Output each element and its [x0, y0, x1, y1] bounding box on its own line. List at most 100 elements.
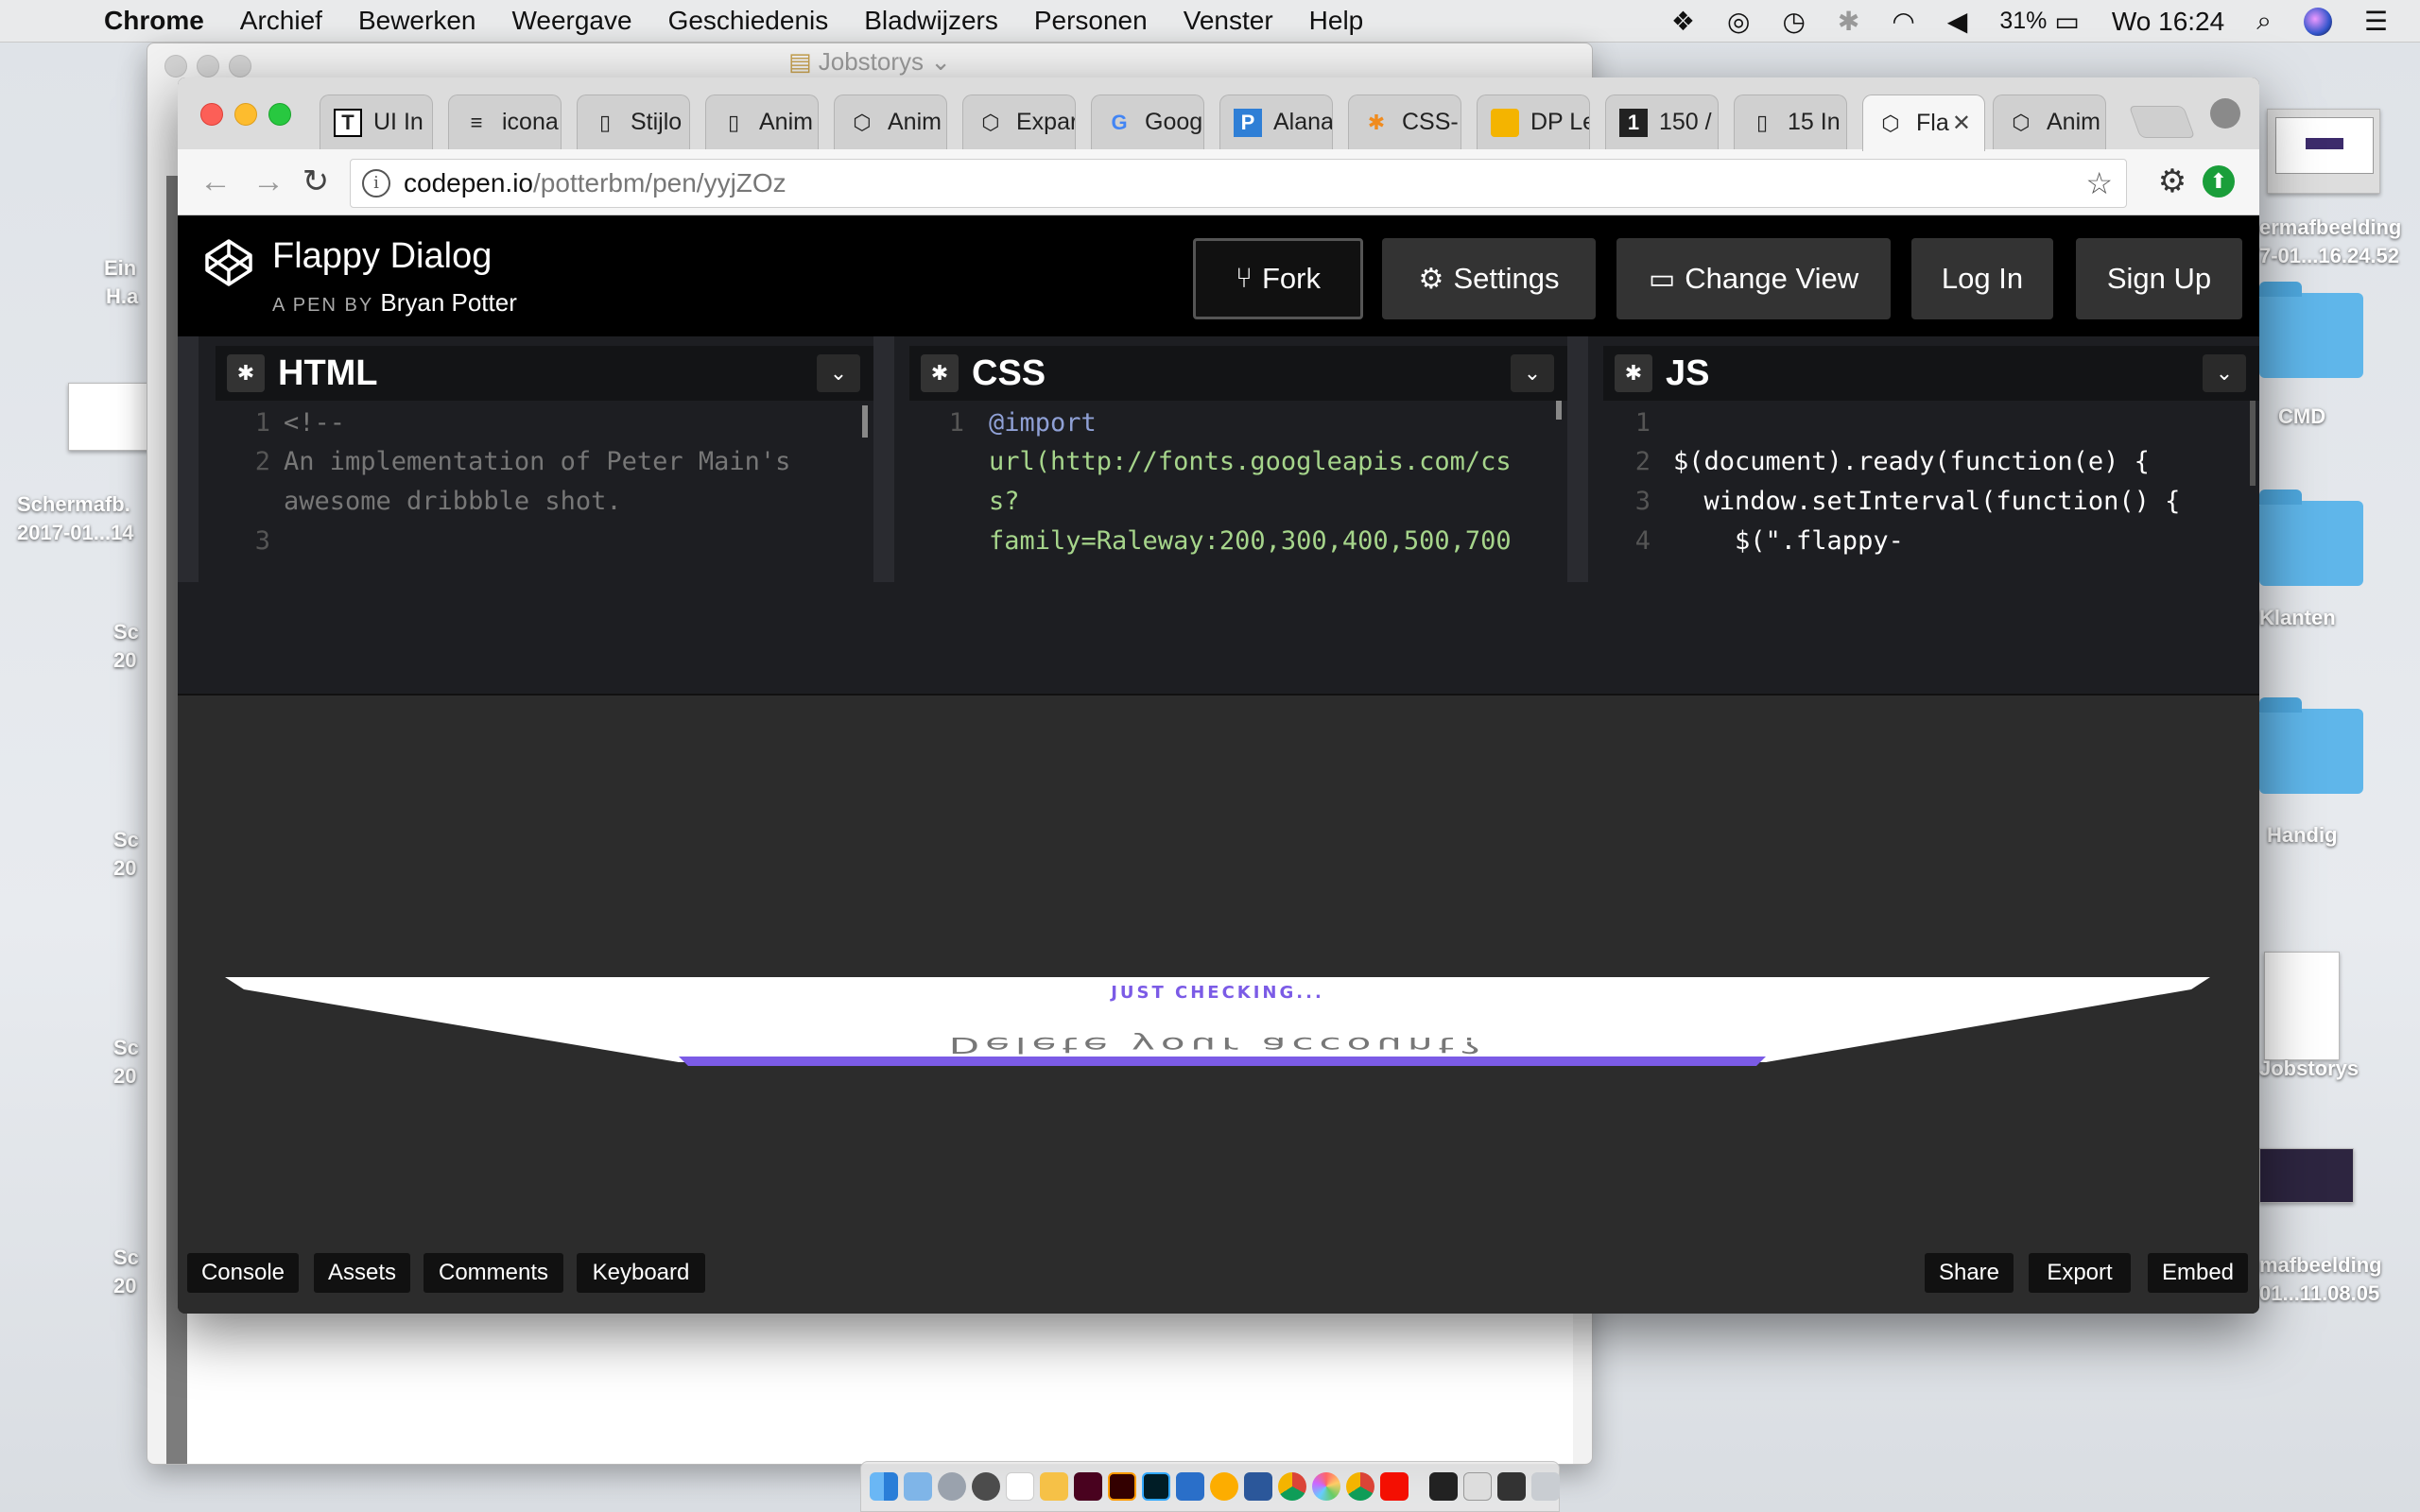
- dropbox-icon[interactable]: ❖: [1671, 6, 1695, 37]
- spotlight-search-icon[interactable]: ⌕: [2256, 6, 2272, 37]
- menu-item[interactable]: Venster: [1184, 6, 1273, 36]
- time-machine-icon[interactable]: ◷: [1782, 6, 1805, 37]
- menu-item[interactable]: Personen: [1034, 6, 1148, 36]
- code-area[interactable]: 1 <!-- 2 An implementation of Peter Main…: [216, 401, 873, 563]
- terminal-icon[interactable]: [1429, 1472, 1458, 1501]
- gear-icon[interactable]: ✱: [227, 354, 265, 392]
- clock[interactable]: Wo 16:24: [2112, 7, 2224, 37]
- preview-pane[interactable]: JUST CHECKING... Delete your account?: [178, 694, 2259, 1314]
- trash-icon[interactable]: [1531, 1472, 1560, 1501]
- minimized-window-icon[interactable]: [1497, 1472, 1526, 1501]
- change-view-button[interactable]: ▭ Change View: [1616, 238, 1891, 319]
- editor-scrollbar[interactable]: [2250, 401, 2256, 486]
- code-area[interactable]: 1 @import url(http://fonts.googleapis.co…: [909, 401, 1567, 563]
- sketch-icon[interactable]: [1210, 1472, 1238, 1501]
- js-editor[interactable]: ✱ JS ⌄ 1 2 $(document).ready(function(e)…: [1603, 346, 2259, 582]
- battery-icon[interactable]: ▭: [2054, 6, 2079, 37]
- profile-icon[interactable]: [2210, 98, 2240, 129]
- finder-icon[interactable]: [870, 1472, 898, 1501]
- tab-close-icon[interactable]: ✕: [1952, 110, 1971, 137]
- window-minimize-button[interactable]: [234, 103, 257, 126]
- tab[interactable]: ⬡ Expar: [962, 94, 1076, 149]
- tab[interactable]: ▯ 15 In: [1734, 94, 1847, 149]
- tab-active[interactable]: ⬡ Fla ✕: [1862, 94, 1985, 151]
- editor-scrollbar[interactable]: [862, 405, 868, 438]
- chevron-down-icon[interactable]: ⌄: [924, 47, 951, 76]
- address-bar[interactable]: i codepen.io/potterbm/pen/yyjZOz ☆: [350, 159, 2127, 208]
- acrobat-icon[interactable]: [1380, 1472, 1409, 1501]
- tab[interactable]: ▯ Anim: [705, 94, 819, 149]
- preview-window-icon[interactable]: [1463, 1472, 1492, 1501]
- gear-icon[interactable]: ✱: [921, 354, 959, 392]
- folder-icon[interactable]: [2259, 282, 2363, 378]
- screenshot-thumbnail[interactable]: [68, 383, 155, 451]
- login-button[interactable]: Log In: [1911, 238, 2053, 319]
- chevron-down-icon[interactable]: ⌄: [1511, 354, 1554, 392]
- editor-resize-handle[interactable]: [1567, 336, 1588, 582]
- screenshot-thumbnail[interactable]: [2267, 109, 2380, 194]
- extension-gear-icon[interactable]: ⚙: [2153, 163, 2191, 200]
- tab[interactable]: ≡ icona: [448, 94, 562, 149]
- photoshop-icon[interactable]: [1142, 1472, 1170, 1501]
- menu-app-name[interactable]: Chrome: [104, 6, 204, 36]
- flappy-dialog-preview[interactable]: JUST CHECKING... Delete your account?: [225, 975, 2210, 1070]
- illustrator-icon[interactable]: [1108, 1472, 1136, 1501]
- code-area[interactable]: 1 2 $(document).ready(function(e) { 3 wi…: [1603, 401, 2259, 563]
- wifi-icon[interactable]: ◠: [1892, 6, 1914, 37]
- comments-button[interactable]: Comments: [424, 1253, 563, 1293]
- reload-icon[interactable]: ↻: [297, 163, 335, 200]
- share-button[interactable]: Share: [1925, 1253, 2014, 1293]
- menu-item[interactable]: Geschiedenis: [668, 6, 829, 36]
- forward-icon[interactable]: →: [250, 163, 287, 200]
- codepen-logo-icon[interactable]: [204, 238, 253, 287]
- console-button[interactable]: Console: [187, 1253, 299, 1293]
- editor-scrollbar[interactable]: [1556, 401, 1562, 420]
- document-thumbnail[interactable]: [2264, 952, 2340, 1060]
- volume-icon[interactable]: ◀: [1947, 6, 1968, 37]
- embed-button[interactable]: Embed: [2148, 1253, 2248, 1293]
- pen-author-link[interactable]: Bryan Potter: [380, 288, 517, 317]
- tab[interactable]: ▯ Stijlo: [577, 94, 690, 149]
- folder-icon[interactable]: [2259, 490, 2363, 586]
- word-icon[interactable]: [1244, 1472, 1272, 1501]
- menu-item[interactable]: Archief: [240, 6, 322, 36]
- screenshot-thumbnail[interactable]: [2259, 1148, 2354, 1203]
- window-zoom-button[interactable]: [268, 103, 291, 126]
- menu-item[interactable]: Weergave: [511, 6, 631, 36]
- editor-resize-handle[interactable]: [873, 336, 894, 582]
- new-tab-button[interactable]: [2128, 106, 2196, 138]
- notification-center-icon[interactable]: ☰: [2364, 6, 2388, 37]
- chrome-icon[interactable]: [1278, 1472, 1306, 1501]
- editor-resize-handle[interactable]: [178, 336, 199, 582]
- window-close-button[interactable]: [200, 103, 223, 126]
- back-icon[interactable]: ←: [197, 163, 234, 200]
- html-editor[interactable]: ✱ HTML ⌄ 1 <!-- 2 An implementation of P…: [216, 346, 873, 582]
- chrome-icon[interactable]: [1346, 1472, 1374, 1501]
- assets-button[interactable]: Assets: [314, 1253, 410, 1293]
- tab[interactable]: G Goog: [1091, 94, 1204, 149]
- launchpad-icon[interactable]: [938, 1472, 966, 1501]
- tab[interactable]: T UI In: [320, 94, 433, 149]
- creative-cloud-icon[interactable]: ◎: [1727, 6, 1750, 37]
- battery-percent[interactable]: 31%: [1999, 8, 2047, 35]
- tab[interactable]: ✱ CSS-: [1348, 94, 1461, 149]
- export-button[interactable]: Export: [2029, 1253, 2131, 1293]
- safari-icon[interactable]: [972, 1472, 1000, 1501]
- tab[interactable]: P Alana: [1219, 94, 1333, 149]
- mail-icon[interactable]: [904, 1472, 932, 1501]
- menu-item[interactable]: Help: [1309, 6, 1364, 36]
- chevron-down-icon[interactable]: ⌄: [2203, 354, 2246, 392]
- indesign-icon[interactable]: [1074, 1472, 1102, 1501]
- bluetooth-icon[interactable]: ✱: [1838, 6, 1859, 37]
- gear-icon[interactable]: ✱: [1615, 354, 1652, 392]
- menu-item[interactable]: Bewerken: [358, 6, 476, 36]
- css-editor[interactable]: ✱ CSS ⌄ 1 @import url(http://fonts.googl…: [909, 346, 1567, 582]
- folder-icon[interactable]: [2259, 697, 2363, 794]
- chevron-down-icon[interactable]: ⌄: [817, 354, 860, 392]
- menu-item[interactable]: Bladwijzers: [864, 6, 998, 36]
- tab[interactable]: ⬡ Anim: [1993, 94, 2106, 149]
- siri-icon[interactable]: [2303, 7, 2332, 36]
- settings-button[interactable]: ⚙ Settings: [1382, 238, 1596, 319]
- tab[interactable]: DP Le: [1477, 94, 1590, 149]
- keyboard-button[interactable]: Keyboard: [577, 1253, 705, 1293]
